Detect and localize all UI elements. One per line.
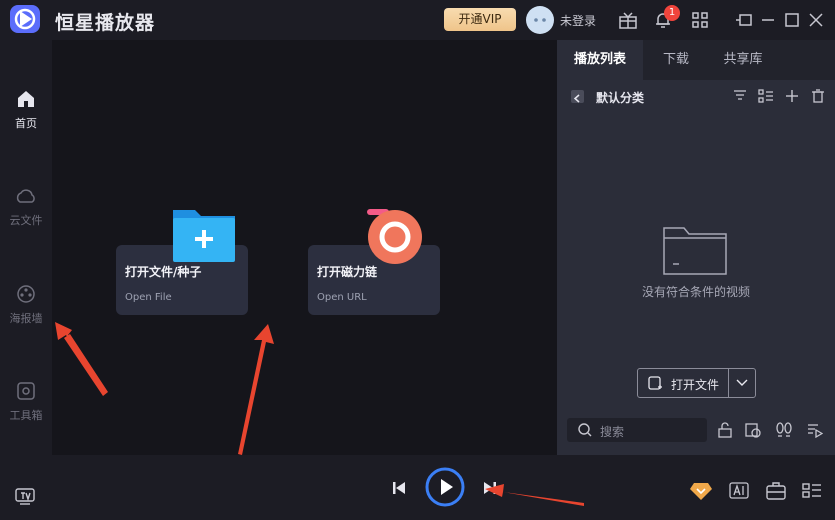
nav-item-poster-wall[interactable]: 海报墙 <box>0 283 52 326</box>
mini-mode-icon[interactable] <box>734 10 754 30</box>
playlist-play-icon[interactable] <box>807 422 824 439</box>
start-area: 打开文件/种子 Open File 打开磁力链 Open URL <box>52 40 557 455</box>
open-file-button[interactable]: 打开文件 <box>637 368 756 398</box>
app-window: 恒星播放器 开通VIP 未登录 1 首页 云文件 海报墙 工具箱 打开文件/种子… <box>0 0 835 520</box>
search-input[interactable]: 搜索 <box>567 418 707 442</box>
play-icon <box>425 467 465 507</box>
chevron-down-icon[interactable] <box>735 377 749 389</box>
grid-menu-icon[interactable] <box>690 10 710 30</box>
open-vip-button[interactable]: 开通VIP <box>444 8 516 31</box>
back-icon[interactable] <box>571 90 584 103</box>
tv-icon[interactable] <box>14 487 36 505</box>
playlist-panel: 播放列表 下载 共享库 默认分类 没有符合条件的视频 打开文件 搜索 <box>557 40 835 455</box>
tab-playlist[interactable]: 播放列表 <box>557 40 643 80</box>
nav-label-home: 首页 <box>15 117 37 130</box>
vip-diamond-icon[interactable] <box>690 481 712 501</box>
category-title[interactable]: 默认分类 <box>596 89 644 106</box>
left-nav: 首页 云文件 海报墙 工具箱 <box>0 40 52 455</box>
avatar[interactable] <box>526 6 554 34</box>
next-icon[interactable] <box>481 479 499 497</box>
nav-item-cloud[interactable]: 云文件 <box>0 185 52 228</box>
maximize-icon[interactable] <box>782 10 802 30</box>
gift-icon[interactable] <box>618 10 638 30</box>
search-icon <box>578 423 592 437</box>
list-layout-icon[interactable] <box>801 481 823 501</box>
app-title: 恒星播放器 <box>55 12 156 34</box>
sort-icon[interactable] <box>732 88 748 104</box>
panel-tabs: 播放列表 下载 共享库 <box>557 40 835 80</box>
play-button[interactable] <box>425 467 465 507</box>
history-icon[interactable] <box>745 422 761 438</box>
minimize-icon[interactable] <box>758 10 778 30</box>
open-file-label: 打开文件 <box>671 378 720 392</box>
list-view-icon[interactable] <box>758 88 774 104</box>
button-divider <box>728 369 729 397</box>
search-placeholder: 搜索 <box>600 425 625 439</box>
nav-label-toolbox: 工具箱 <box>9 409 43 422</box>
close-icon[interactable] <box>806 10 826 30</box>
lock-icon[interactable] <box>717 422 733 438</box>
open-file-subtitle: Open File <box>125 292 172 303</box>
trash-icon[interactable] <box>810 88 826 104</box>
playback-bar <box>0 455 835 520</box>
folder-plus-icon <box>173 210 235 262</box>
tab-download[interactable]: 下载 <box>651 40 701 80</box>
empty-folder-icon <box>663 227 727 275</box>
film-reel-icon <box>17 285 35 303</box>
nav-label-poster-wall: 海报墙 <box>9 312 43 325</box>
nav-label-cloud: 云文件 <box>9 214 43 227</box>
open-file-title: 打开文件/种子 <box>125 265 202 279</box>
cloud-icon <box>16 189 35 203</box>
briefcase-icon[interactable] <box>765 481 787 501</box>
empty-message: 没有符合条件的视频 <box>641 285 750 299</box>
footprints-icon[interactable] <box>775 422 793 438</box>
notification-badge: 1 <box>664 5 680 21</box>
toolbox-icon <box>17 382 35 400</box>
nav-item-toolbox[interactable]: 工具箱 <box>0 380 52 423</box>
app-logo-icon <box>10 5 40 33</box>
title-bar: 恒星播放器 开通VIP 未登录 1 <box>0 0 835 40</box>
login-status[interactable]: 未登录 <box>560 12 596 29</box>
magnet-icon <box>367 209 422 264</box>
ai-icon[interactable] <box>728 481 750 501</box>
tab-shared-library[interactable]: 共享库 <box>713 40 773 80</box>
previous-icon[interactable] <box>390 479 408 497</box>
open-url-title: 打开磁力链 <box>317 265 378 279</box>
open-url-subtitle: Open URL <box>317 292 367 303</box>
home-icon <box>18 91 34 107</box>
open-file-icon <box>648 376 662 390</box>
add-icon[interactable] <box>784 88 800 104</box>
nav-item-home[interactable]: 首页 <box>0 88 52 131</box>
